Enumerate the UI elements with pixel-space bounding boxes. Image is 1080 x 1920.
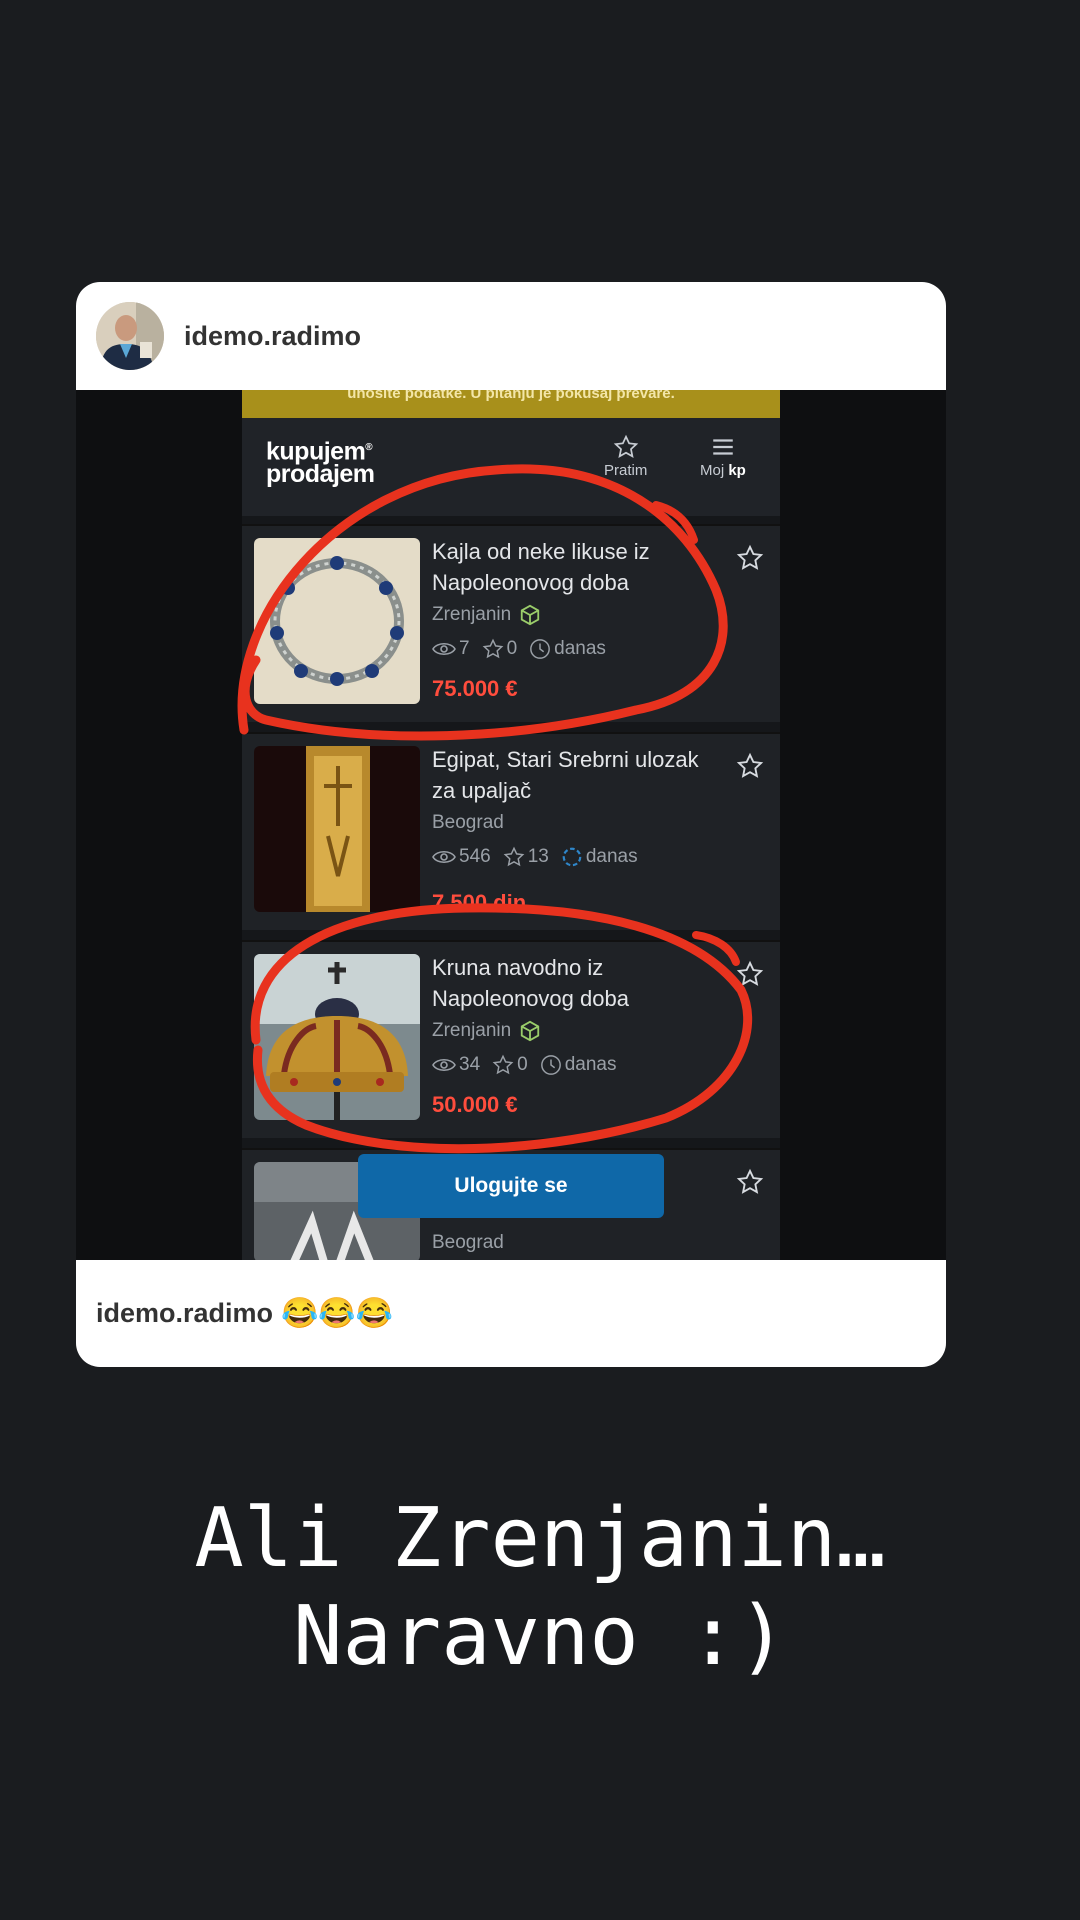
clock-icon — [530, 639, 551, 659]
listing-city: Zrenjanin — [432, 1020, 541, 1042]
refresh-icon — [562, 847, 582, 867]
shared-post-card[interactable]: idemo.radimo unosite podatke. U pitanju … — [76, 282, 946, 1367]
listing-title: Kruna navodno iz Napoleonovog doba — [432, 955, 629, 1011]
listing-city: Beograd — [432, 812, 504, 833]
listing-stats: 546 13 danas — [432, 846, 644, 868]
avatar[interactable] — [96, 302, 164, 370]
caption-emoji: 😂😂😂 — [281, 1297, 394, 1330]
story-text-line-1: Ali Zrenjanin… — [194, 1491, 886, 1586]
kp-logo: kupujem® prodajem — [266, 437, 375, 489]
kp-header: kupujem® prodajem Pratim Moj kp — [242, 418, 780, 516]
nav-my-kp: Moj kp — [700, 434, 746, 479]
post-username[interactable]: idemo.radimo — [184, 321, 361, 352]
listing-title: Egipat, Stari Srebrni ulozak za upaljač — [432, 747, 699, 803]
crown-thumbnail — [254, 954, 420, 1120]
listing-item: Kajla od neke likuse iz Napoleonovog dob… — [242, 524, 780, 722]
listing-item: Kruna navodno iz Napoleonovog doba Zrenj… — [242, 940, 780, 1138]
story-text-overlay: Ali Zrenjanin… Naravno :) — [0, 1490, 1080, 1686]
post-header: idemo.radimo — [76, 282, 946, 390]
lighter-insert-thumbnail — [254, 746, 420, 912]
eye-icon — [432, 1058, 456, 1072]
star-icon — [736, 544, 764, 570]
menu-icon — [713, 439, 733, 455]
listing-title: Kajla od neke likuse iz Napoleonovog dob… — [432, 539, 650, 595]
star-icon — [736, 752, 764, 778]
nav-follow: Pratim — [604, 434, 647, 479]
star-icon — [492, 1054, 514, 1075]
embedded-screenshot: unosite podatke. U pitanju je pokušaj pr… — [242, 390, 780, 1260]
listing-price: 75.000 € — [432, 676, 518, 701]
clock-icon — [540, 1055, 561, 1075]
listing-city: Zrenjanin — [432, 604, 541, 626]
package-icon — [521, 604, 540, 626]
listing-city: Beograd — [432, 1232, 504, 1253]
login-button: Ulogujte se — [358, 1154, 664, 1218]
star-icon — [736, 960, 764, 986]
listing-price: 50.000 € — [432, 1092, 518, 1117]
star-icon — [503, 846, 525, 867]
listing-item: Egipat, Stari Srebrni ulozak za upaljač … — [242, 732, 780, 930]
post-caption: idemo.radimo 😂😂😂 — [76, 1260, 946, 1367]
listing-price: 7.500 din — [432, 890, 527, 914]
caption-username[interactable]: idemo.radimo — [96, 1298, 273, 1329]
eye-icon — [432, 850, 456, 864]
package-icon — [521, 1020, 540, 1042]
star-icon — [482, 638, 503, 659]
listing-stats: 7 0 danas — [432, 638, 612, 660]
necklace-thumbnail — [254, 538, 420, 704]
listing-stats: 34 0 danas — [432, 1054, 623, 1076]
star-icon — [736, 1168, 764, 1194]
post-image: unosite podatke. U pitanju je pokušaj pr… — [76, 390, 946, 1260]
star-icon — [613, 434, 638, 458]
warning-banner: unosite podatke. U pitanju je pokušaj pr… — [242, 390, 780, 418]
eye-icon — [432, 642, 456, 656]
story-text-line-2: Naravno :) — [293, 1589, 787, 1684]
